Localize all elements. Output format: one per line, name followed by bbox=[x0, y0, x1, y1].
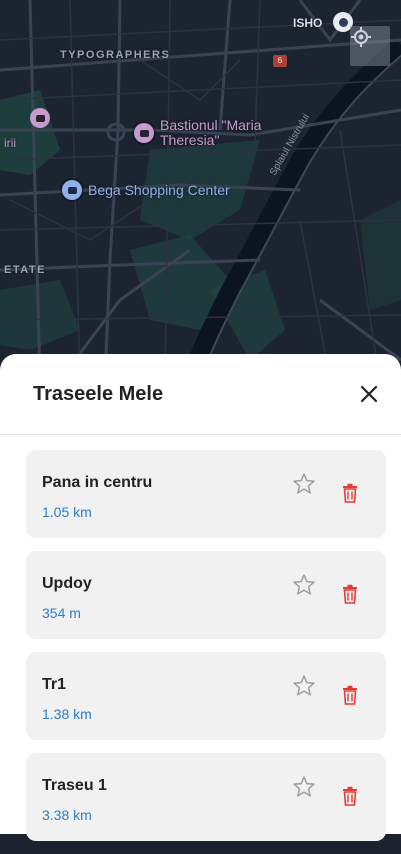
map-label-typographers: TYPOGRAPHERS bbox=[60, 49, 171, 61]
route-card[interactable]: Updoy 354 m bbox=[26, 551, 386, 639]
crosshair-icon bbox=[351, 27, 371, 47]
map-label-isho: ISHO bbox=[293, 16, 323, 30]
route-distance: 1.38 km bbox=[42, 706, 92, 722]
route-card[interactable]: Traseu 1 3.38 km bbox=[26, 753, 386, 841]
trash-icon bbox=[343, 685, 357, 705]
route-distance: 3.38 km bbox=[42, 807, 92, 823]
trash-icon bbox=[343, 786, 357, 806]
poi-bastion-label: Bastionul "Maria Theresia" bbox=[160, 117, 262, 148]
favorite-button[interactable] bbox=[290, 571, 318, 599]
route-name: Traseu 1 bbox=[42, 777, 107, 794]
camera-icon bbox=[35, 114, 45, 122]
sheet-header: Traseele Mele bbox=[0, 354, 401, 435]
route-distance: 1.05 km bbox=[42, 504, 92, 520]
favorite-button[interactable] bbox=[290, 773, 318, 801]
delete-button[interactable] bbox=[340, 583, 360, 605]
route-list: Pana in centru 1.05 km Updoy 354 m Tr1 1… bbox=[26, 450, 386, 854]
favorite-button[interactable] bbox=[290, 470, 318, 498]
camera-icon bbox=[134, 123, 154, 143]
sheet-title: Traseele Mele bbox=[33, 383, 164, 405]
shopping-bag-icon bbox=[62, 180, 82, 200]
map-label-irii: irii bbox=[4, 136, 16, 150]
route-name: Tr1 bbox=[42, 676, 67, 693]
road-shield: 6 bbox=[273, 55, 287, 67]
delete-button[interactable] bbox=[340, 684, 360, 706]
trash-icon bbox=[343, 483, 357, 503]
close-icon bbox=[360, 385, 378, 403]
locate-button[interactable] bbox=[350, 26, 390, 66]
route-card[interactable]: Pana in centru 1.05 km bbox=[26, 450, 386, 538]
poi-bega-label: Bega Shopping Center bbox=[88, 181, 230, 198]
poi-marker-irii[interactable] bbox=[30, 108, 50, 128]
star-icon bbox=[293, 574, 315, 595]
delete-button[interactable] bbox=[340, 785, 360, 807]
routes-sheet: Traseele Mele Pana in centru 1.05 km Upd… bbox=[0, 354, 401, 841]
route-distance: 354 m bbox=[42, 605, 81, 621]
poi-bastion[interactable]: Bastionul "Maria Theresia" bbox=[134, 118, 284, 148]
map-label-etate: ETATE bbox=[4, 264, 46, 276]
route-name: Updoy bbox=[42, 575, 92, 592]
star-icon bbox=[293, 776, 315, 797]
map-view[interactable]: TYPOGRAPHERS ISHO ETATE irii 6 Bastionul… bbox=[0, 0, 401, 380]
delete-button[interactable] bbox=[340, 482, 360, 504]
route-card[interactable]: Tr1 1.38 km bbox=[26, 652, 386, 740]
star-icon bbox=[293, 675, 315, 696]
poi-bega[interactable]: Bega Shopping Center bbox=[62, 180, 230, 200]
close-button[interactable] bbox=[355, 380, 383, 408]
star-icon bbox=[293, 473, 315, 494]
route-name: Pana in centru bbox=[42, 474, 153, 491]
favorite-button[interactable] bbox=[290, 672, 318, 700]
trash-icon bbox=[343, 584, 357, 604]
